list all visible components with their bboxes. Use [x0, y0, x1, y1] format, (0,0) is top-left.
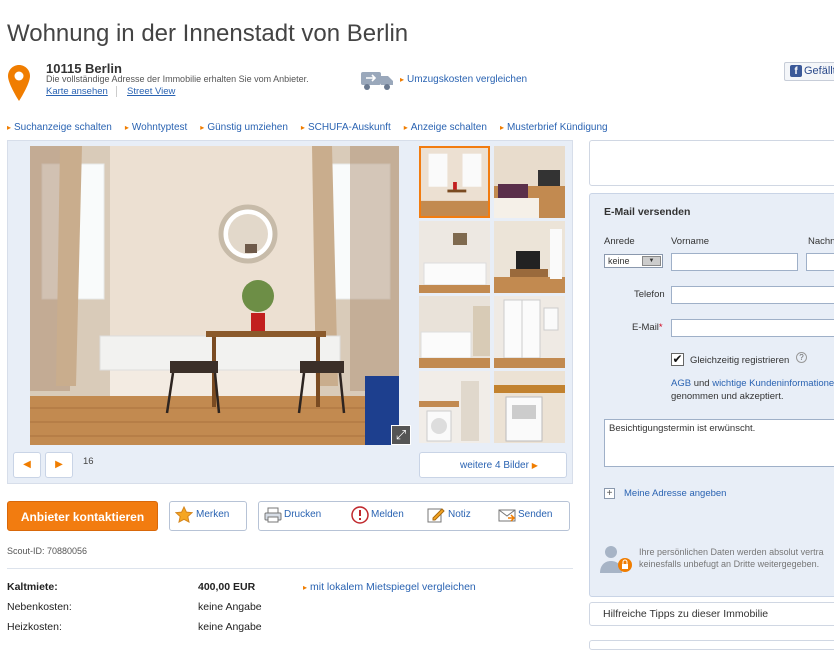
- note-button[interactable]: Notiz: [448, 509, 471, 520]
- nachname-label: Nachn: [808, 236, 834, 247]
- next-image-button[interactable]: ▶: [45, 452, 73, 478]
- moving-truck-icon: [361, 72, 393, 90]
- arrow-icon: ▸: [303, 583, 308, 592]
- mietspiegel-link[interactable]: ▸ mit lokalem Mietspiegel vergleichen: [303, 581, 476, 593]
- facebook-label: Gefällt: [804, 65, 834, 77]
- address-note: Die vollständige Adresse der Immobilie e…: [46, 74, 309, 84]
- message-textarea[interactable]: Besichtigungstermin ist erwünscht.: [604, 419, 834, 467]
- nachname-field[interactable]: [806, 253, 834, 271]
- quicklink-anzeige[interactable]: ▸ Anzeige schalten: [404, 122, 487, 133]
- star-icon: [175, 506, 193, 523]
- quicklink-schufa[interactable]: ▸ SCHUFA-Auskunft: [301, 122, 391, 133]
- contact-provider-button[interactable]: Anbieter kontaktieren: [7, 501, 158, 531]
- privacy-lock-icon: [600, 546, 632, 573]
- divider: [116, 86, 117, 97]
- tips-panel[interactable]: Hilfreiche Tipps zu dieser Immobilie: [589, 602, 834, 626]
- thumbnail-6[interactable]: [494, 296, 565, 368]
- more-images-label: weitere 4 Bilder: [460, 460, 529, 471]
- plus-icon[interactable]: +: [604, 488, 615, 499]
- register-checkbox[interactable]: ✔: [671, 353, 684, 366]
- kundeninfo-link[interactable]: wichtige Kundeninformationen: [712, 378, 834, 389]
- telefon-label: Telefon: [634, 289, 665, 300]
- sidebar-bottom-panel: [589, 640, 834, 650]
- register-label: Gleichzeitig registrieren: [690, 355, 790, 366]
- map-link[interactable]: Karte ansehen: [46, 86, 108, 97]
- quicklink-musterbrief[interactable]: ▸ Musterbrief Kündigung: [500, 122, 608, 133]
- sidebar-top-panel: [589, 140, 834, 186]
- quicklinks-bar: ▸ Suchanzeige schalten ▸ Wohntyptest ▸ Güns…: [7, 122, 621, 133]
- thumbnail-1[interactable]: [419, 146, 490, 218]
- chevron-right-icon: ▶: [55, 459, 63, 470]
- divider: [7, 568, 573, 569]
- expand-icon[interactable]: ⤢: [391, 425, 411, 445]
- image-count: 16: [83, 456, 94, 467]
- thumbnail-5[interactable]: [419, 296, 490, 368]
- chevron-left-icon: ◀: [23, 459, 31, 470]
- price-label-heizkosten: Heizkosten:: [7, 621, 62, 633]
- price-value-nebenkosten: keine Angabe: [198, 601, 262, 613]
- form-title: E-Mail versenden: [604, 206, 691, 218]
- thumbnail-8[interactable]: [494, 371, 565, 443]
- main-photo[interactable]: [30, 146, 399, 445]
- report-button[interactable]: Melden: [371, 509, 404, 520]
- more-images-button[interactable]: weitere 4 Bilder ▶: [419, 452, 567, 478]
- location-pin-icon: [8, 65, 30, 101]
- anrede-value: keine: [608, 256, 630, 266]
- note-icon: [427, 508, 445, 523]
- vorname-label: Vorname: [671, 236, 710, 247]
- arrow-icon: ▸: [400, 75, 405, 84]
- mietspiegel-label: mit lokalem Mietspiegel vergleichen: [310, 581, 476, 593]
- agb-text: AGB und wichtige Kundeninformationen: [671, 378, 834, 389]
- page-title: Wohnung in der Innenstadt von Berlin: [7, 20, 409, 47]
- prev-image-button[interactable]: ◀: [13, 452, 41, 478]
- thumbnail-4[interactable]: [494, 221, 565, 293]
- anrede-label: Anrede: [604, 236, 635, 247]
- moving-cost-label: Umzugskosten vergleichen: [407, 74, 528, 85]
- moving-cost-link[interactable]: ▸ Umzugskosten vergleichen: [400, 74, 527, 85]
- agb-link[interactable]: AGB: [671, 378, 691, 389]
- send-mail-icon: [498, 509, 516, 522]
- remember-label[interactable]: Merken: [196, 509, 229, 520]
- streetview-link[interactable]: Street View: [127, 86, 175, 97]
- anrede-select[interactable]: keine ▼: [604, 254, 663, 268]
- facebook-like-button[interactable]: f Gefällt: [784, 62, 834, 81]
- telefon-field[interactable]: [671, 286, 834, 304]
- price-value-heizkosten: keine Angabe: [198, 621, 262, 633]
- quicklink-umziehen[interactable]: ▸ Günstig umziehen: [200, 122, 288, 133]
- thumbnail-2[interactable]: [494, 146, 565, 218]
- price-value-kaltmiete: 400,00 EUR: [198, 581, 256, 593]
- add-address-link[interactable]: Meine Adresse angeben: [624, 488, 726, 499]
- agb-text-2: genommen und akzeptiert.: [671, 391, 784, 402]
- price-label-kaltmiete: Kaltmiete:: [7, 581, 58, 593]
- thumbnail-7[interactable]: [419, 371, 490, 443]
- help-icon[interactable]: ?: [796, 352, 807, 363]
- quicklink-suchanzeige[interactable]: ▸ Suchanzeige schalten: [7, 122, 112, 133]
- vorname-field[interactable]: [671, 253, 798, 271]
- alert-icon: [351, 506, 369, 524]
- thumbnail-3[interactable]: [419, 221, 490, 293]
- facebook-icon: f: [790, 65, 802, 77]
- chevron-down-icon: ▼: [642, 256, 661, 266]
- email-label: E-Mail*: [632, 322, 663, 333]
- print-icon: [264, 507, 282, 523]
- privacy-text: Ihre persönlichen Daten werden absolut v…: [639, 547, 824, 569]
- price-label-nebenkosten: Nebenkosten:: [7, 601, 72, 613]
- print-button[interactable]: Drucken: [284, 509, 321, 520]
- scout-id: Scout-ID: 70880056: [7, 546, 88, 556]
- send-button[interactable]: Senden: [518, 509, 552, 520]
- chevron-right-icon: ▶: [531, 461, 538, 470]
- quicklink-wohntyptest[interactable]: ▸ Wohntyptest: [125, 122, 187, 133]
- email-field[interactable]: [671, 319, 834, 337]
